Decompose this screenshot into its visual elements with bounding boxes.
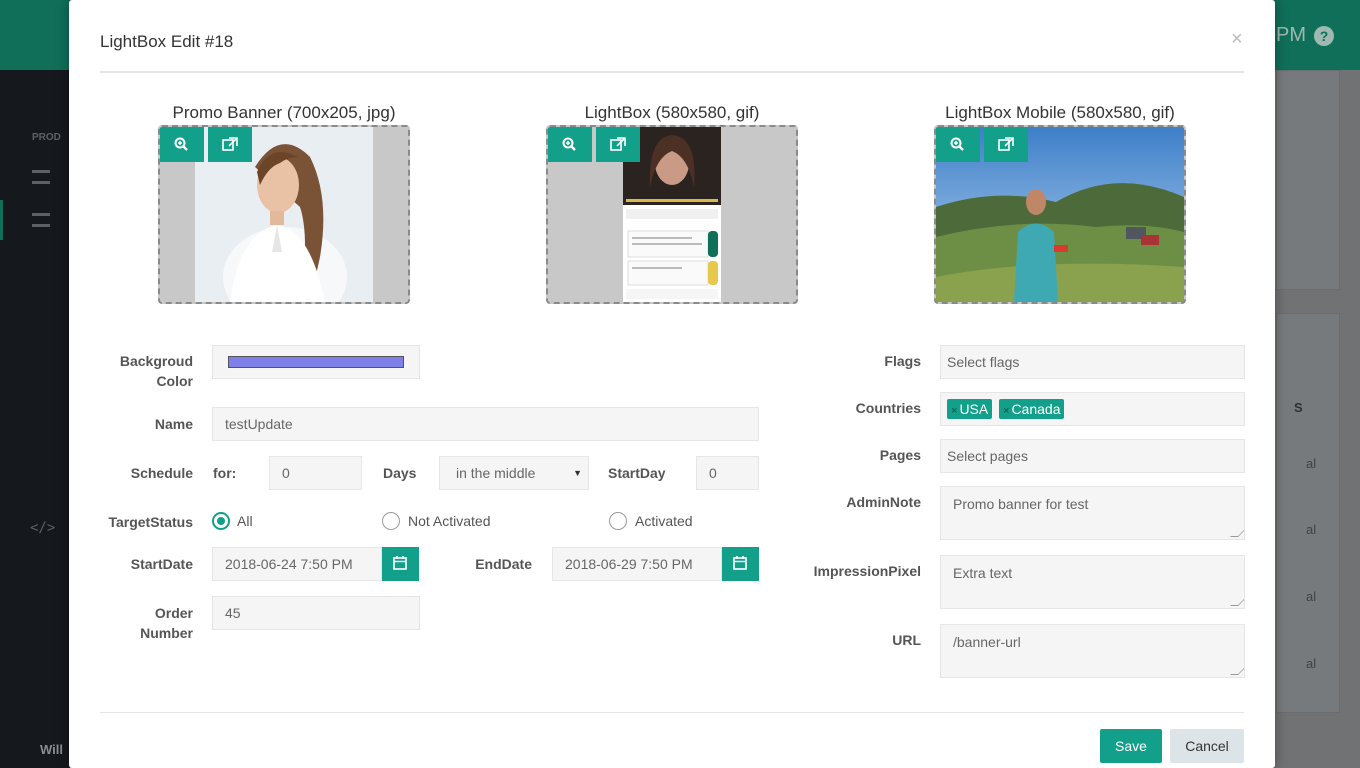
country-tag-usa[interactable]: × USA — [947, 399, 993, 419]
app-content-behind: S al al al al — [1276, 70, 1360, 768]
position-select-value: in the middle — [456, 465, 536, 481]
lightbox-image — [546, 125, 798, 304]
preview-caption: LightBox (580x580, gif) — [584, 103, 760, 122]
url-text: /banner-url — [953, 634, 1021, 650]
radio-all[interactable] — [212, 512, 230, 530]
enddate-input[interactable]: 2018-06-29 7:50 PM — [552, 547, 722, 581]
startdate-label: StartDate — [130, 556, 193, 572]
radio-all-label: All — [237, 513, 253, 529]
remove-tag-icon[interactable]: × — [1003, 405, 1009, 417]
bg-color-label-line1: Backgroud — [119, 353, 193, 369]
table-cell: al — [1306, 456, 1317, 471]
flags-label: Flags — [884, 353, 921, 369]
for-label: for: — [213, 465, 237, 481]
resize-handle[interactable] — [1230, 529, 1244, 537]
calendar-icon[interactable] — [722, 547, 759, 581]
chevron-down-icon: ▼ — [573, 468, 582, 478]
lightbox-mobile-image — [934, 125, 1186, 304]
bg-color-label-line2: Color — [156, 373, 193, 389]
sidebar-active-indicator — [0, 200, 3, 240]
modal-title: LightBox Edit #18 — [100, 32, 234, 51]
startday-label: StartDay — [608, 465, 666, 481]
order-number-label: Order Number — [93, 603, 193, 643]
pages-select[interactable]: Select pages — [940, 439, 1245, 473]
zoom-in-icon[interactable] — [160, 127, 204, 162]
external-link-icon[interactable] — [596, 127, 640, 162]
lightbox-edit-modal: LightBox Edit #18 × Promo Banner (700x20… — [69, 0, 1275, 768]
startday-input[interactable]: 0 — [696, 456, 759, 490]
url-label: URL — [892, 632, 921, 648]
country-tag-canada[interactable]: × Canada — [999, 399, 1065, 419]
impression-pixel-text: Extra text — [953, 565, 1013, 581]
promo-banner-image — [158, 125, 410, 304]
background-table — [1276, 313, 1340, 713]
resize-handle[interactable] — [1230, 667, 1244, 675]
footer-divider — [100, 712, 1244, 713]
schedule-label: Schedule — [130, 465, 193, 481]
zoom-in-icon[interactable] — [548, 127, 592, 162]
table-cell: al — [1306, 589, 1317, 604]
background-panel — [1276, 70, 1340, 290]
close-icon[interactable]: × — [1231, 28, 1243, 51]
position-select[interactable]: in the middle ▼ — [439, 456, 589, 490]
external-link-icon[interactable] — [984, 127, 1028, 162]
days-label: Days — [383, 465, 417, 481]
impression-pixel-label: ImpressionPixel — [813, 563, 921, 579]
country-tag-label: USA — [959, 401, 989, 417]
sort-header[interactable]: S — [1294, 400, 1303, 415]
startdate-input[interactable]: 2018-06-24 7:50 PM — [212, 547, 382, 581]
country-tag-label: Canada — [1011, 401, 1061, 417]
bank-icon[interactable] — [32, 170, 50, 184]
code-icon[interactable]: </> — [30, 520, 55, 536]
enddate-label: EndDate — [475, 556, 532, 572]
user-name: Will — [40, 742, 63, 757]
table-cell: al — [1306, 656, 1317, 671]
name-label: Name — [154, 416, 193, 432]
resize-handle[interactable] — [1230, 598, 1244, 606]
schedule-for-input[interactable]: 0 — [269, 456, 362, 490]
name-input[interactable]: testUpdate — [212, 407, 759, 441]
bg-color-label: Backgroud Color — [93, 351, 193, 391]
external-link-icon[interactable] — [208, 127, 252, 162]
radio-activated-label: Activated — [635, 513, 693, 529]
clock-suffix: PM — [1276, 24, 1306, 46]
order-number-input[interactable]: 45 — [212, 596, 420, 630]
impression-pixel-textarea[interactable]: Extra text — [940, 555, 1245, 609]
adminnote-textarea[interactable]: Promo banner for test — [940, 486, 1245, 540]
url-textarea[interactable]: /banner-url — [940, 624, 1245, 678]
cancel-button[interactable]: Cancel — [1170, 729, 1244, 763]
target-status-label: TargetStatus — [108, 514, 193, 530]
color-swatch — [228, 356, 404, 368]
adminnote-text: Promo banner for test — [953, 496, 1089, 512]
remove-tag-icon[interactable]: × — [951, 405, 957, 417]
calendar-icon[interactable] — [382, 547, 419, 581]
sidebar-section-label: PROD — [32, 132, 61, 143]
order-label-line1: Order — [154, 605, 193, 621]
preview-caption: Promo Banner (700x205, jpg) — [172, 103, 396, 122]
app-sidebar: PROD </> Will — [0, 70, 70, 768]
adminnote-label: AdminNote — [846, 494, 921, 510]
bank-icon[interactable] — [32, 213, 50, 227]
zoom-in-icon[interactable] — [936, 127, 980, 162]
help-icon[interactable]: ? — [1314, 26, 1334, 46]
radio-not-activated-label: Not Activated — [408, 513, 491, 529]
table-cell: al — [1306, 522, 1317, 537]
flags-select[interactable]: Select flags — [940, 345, 1245, 379]
countries-label: Countries — [855, 400, 921, 416]
header-divider — [100, 71, 1244, 73]
preview-caption: LightBox Mobile (580x580, gif) — [945, 103, 1175, 122]
bg-color-picker[interactable] — [212, 345, 420, 379]
save-button[interactable]: Save — [1100, 729, 1162, 763]
order-label-line2: Number — [140, 625, 193, 641]
radio-not-activated[interactable] — [382, 512, 400, 530]
pages-label: Pages — [879, 447, 921, 463]
radio-activated[interactable] — [609, 512, 627, 530]
countries-select[interactable]: × USA × Canada — [940, 392, 1245, 426]
